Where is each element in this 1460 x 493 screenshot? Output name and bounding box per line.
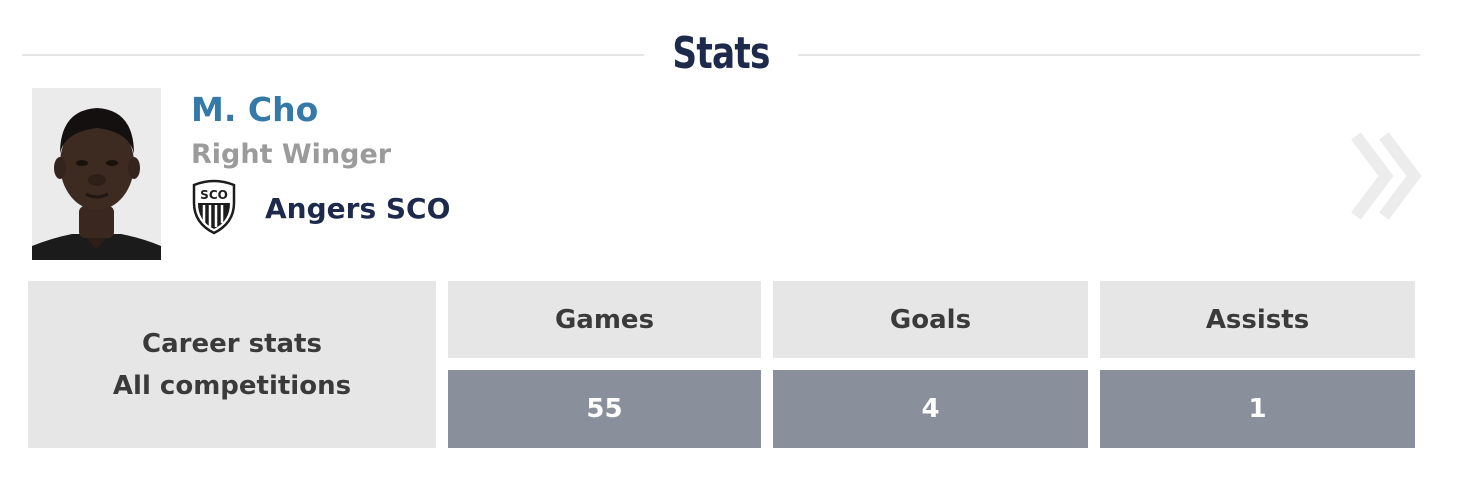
- player-position: Right Winger: [191, 139, 392, 170]
- stat-header-assists: Assists: [1100, 281, 1415, 358]
- stat-header-games: Games: [448, 281, 761, 358]
- player-photo-image: [32, 88, 161, 260]
- career-stats-title: Career stats: [142, 328, 322, 359]
- page-title: Stats: [672, 28, 770, 79]
- double-chevron-right-icon[interactable]: [1350, 132, 1422, 220]
- club-crest-text: SCO: [200, 188, 228, 202]
- header-divider-right: [798, 54, 1420, 56]
- player-name-link[interactable]: M. Cho: [191, 88, 318, 132]
- player-photo[interactable]: [32, 88, 161, 260]
- stats-header: Stats: [22, 20, 1420, 90]
- club-crest-icon: SCO: [190, 177, 238, 235]
- header-divider-left: [22, 54, 644, 56]
- career-stats-subtitle: All competitions: [112, 370, 352, 401]
- club-name[interactable]: Angers SCO: [265, 189, 450, 229]
- career-stats-label-cell: Career stats All competitions: [28, 281, 436, 448]
- stat-value-assists: 1: [1100, 370, 1415, 448]
- stat-value-games: 55: [448, 370, 761, 448]
- stat-value-goals: 4: [773, 370, 1088, 448]
- stat-header-goals: Goals: [773, 281, 1088, 358]
